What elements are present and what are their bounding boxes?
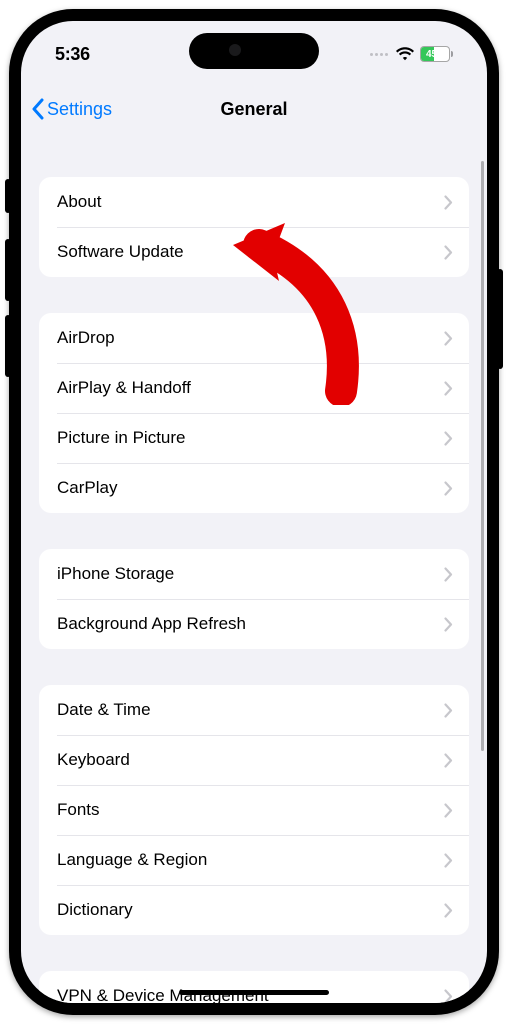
group-2: iPhone Storage Background App Refresh [39,549,469,649]
row-background-app-refresh[interactable]: Background App Refresh [39,599,469,649]
chevron-right-icon [444,753,453,768]
group-0: About Software Update [39,177,469,277]
chevron-right-icon [444,617,453,632]
back-button[interactable]: Settings [31,98,220,120]
row-label: Software Update [57,242,184,262]
chevron-right-icon [444,703,453,718]
row-label: Date & Time [57,700,151,720]
row-label: Picture in Picture [57,428,186,448]
row-language-region[interactable]: Language & Region [39,835,469,885]
row-fonts[interactable]: Fonts [39,785,469,835]
screen: 5:36 45 [21,21,487,1003]
row-date-time[interactable]: Date & Time [39,685,469,735]
chevron-right-icon [444,989,453,1004]
chevron-right-icon [444,567,453,582]
status-icons: 45 [370,46,453,62]
wifi-icon [396,47,414,61]
row-iphone-storage[interactable]: iPhone Storage [39,549,469,599]
row-airplay-handoff[interactable]: AirPlay & Handoff [39,363,469,413]
row-label: CarPlay [57,478,117,498]
row-label: AirDrop [57,328,115,348]
content-scroll[interactable]: About Software Update AirDrop AirPlay & … [21,139,487,1003]
row-label: Background App Refresh [57,614,246,634]
row-dictionary[interactable]: Dictionary [39,885,469,935]
chevron-left-icon [31,98,45,120]
phone-frame: 5:36 45 [9,9,499,1015]
power-button [497,269,503,369]
row-label: Language & Region [57,850,207,870]
group-3: Date & Time Keyboard Fonts Language & Re… [39,685,469,935]
dynamic-island [189,33,319,69]
navigation-bar: Settings General [21,79,487,139]
row-label: iPhone Storage [57,564,174,584]
chevron-right-icon [444,195,453,210]
chevron-right-icon [444,331,453,346]
battery-icon: 45 [420,46,453,62]
row-label: About [57,192,101,212]
row-about[interactable]: About [39,177,469,227]
chevron-right-icon [444,903,453,918]
back-label: Settings [47,99,112,120]
home-indicator[interactable] [179,990,329,995]
volume-down-button [5,315,11,377]
chevron-right-icon [444,803,453,818]
volume-up-button [5,239,11,301]
row-picture-in-picture[interactable]: Picture in Picture [39,413,469,463]
chevron-right-icon [444,381,453,396]
group-1: AirDrop AirPlay & Handoff Picture in Pic… [39,313,469,513]
row-label: Keyboard [57,750,130,770]
status-time: 5:36 [55,44,90,65]
row-keyboard[interactable]: Keyboard [39,735,469,785]
row-software-update[interactable]: Software Update [39,227,469,277]
row-carplay[interactable]: CarPlay [39,463,469,513]
mute-switch [5,179,11,213]
cellular-dots-icon [370,53,388,56]
row-label: Dictionary [57,900,133,920]
scroll-indicator [481,161,484,751]
chevron-right-icon [444,431,453,446]
page-title: General [220,99,287,120]
chevron-right-icon [444,481,453,496]
row-label: AirPlay & Handoff [57,378,191,398]
group-4: VPN & Device Management [39,971,469,1003]
row-airdrop[interactable]: AirDrop [39,313,469,363]
row-label: Fonts [57,800,100,820]
row-vpn-device-management[interactable]: VPN & Device Management [39,971,469,1003]
chevron-right-icon [444,853,453,868]
chevron-right-icon [444,245,453,260]
